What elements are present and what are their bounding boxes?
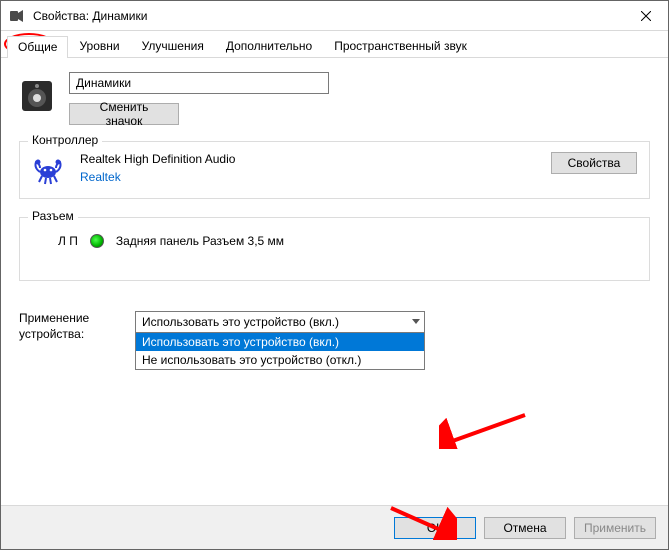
- dialog-footer: ОК Отмена Применить: [1, 505, 668, 549]
- ok-button[interactable]: ОК: [394, 517, 476, 539]
- usage-dropdown-list: Использовать это устройство (вкл.) Не ис…: [135, 332, 425, 370]
- tab-general[interactable]: Общие: [7, 36, 68, 58]
- usage-option-enable[interactable]: Использовать это устройство (вкл.): [136, 333, 424, 351]
- tab-enhancements[interactable]: Улучшения: [131, 35, 215, 57]
- annotation-arrow-combo: [439, 409, 529, 449]
- controller-legend: Контроллер: [28, 133, 102, 147]
- controller-name: Realtek High Definition Audio: [80, 152, 535, 166]
- controller-vendor-link[interactable]: Realtek: [80, 170, 535, 184]
- window-icon: [9, 8, 25, 24]
- jack-color-icon: [90, 234, 104, 248]
- tab-spatial[interactable]: Пространственный звук: [323, 35, 478, 57]
- title-bar: Свойства: Динамики: [1, 1, 668, 31]
- properties-dialog: Свойства: Динамики Общие Уровни Улучшени…: [0, 0, 669, 550]
- tab-levels[interactable]: Уровни: [68, 35, 130, 57]
- tab-strip: Общие Уровни Улучшения Дополнительно Про…: [1, 31, 668, 58]
- jack-description: Задняя панель Разъем 3,5 мм: [116, 234, 284, 248]
- usage-combobox[interactable]: Использовать это устройство (вкл.) Испол…: [135, 311, 425, 333]
- jack-channel: Л П: [58, 234, 78, 248]
- cancel-button[interactable]: Отмена: [484, 517, 566, 539]
- tab-advanced[interactable]: Дополнительно: [215, 35, 323, 57]
- apply-button[interactable]: Применить: [574, 517, 656, 539]
- controller-properties-button[interactable]: Свойства: [551, 152, 637, 174]
- speaker-icon: [19, 78, 55, 114]
- device-name-input[interactable]: [69, 72, 329, 94]
- jack-group: Разъем Л П Задняя панель Разъем 3,5 мм: [19, 217, 650, 281]
- usage-option-disable[interactable]: Не использовать это устройство (откл.): [136, 351, 424, 369]
- realtek-crab-icon: [32, 154, 64, 186]
- close-button[interactable]: [623, 1, 668, 30]
- jack-legend: Разъем: [28, 209, 78, 223]
- tab-content: Сменить значок Контроллер: [1, 58, 668, 505]
- usage-selected-value: Использовать это устройство (вкл.): [142, 315, 339, 329]
- controller-group: Контроллер Realtek High Defini: [19, 141, 650, 199]
- usage-label: Применение устройства:: [19, 311, 115, 342]
- window-title: Свойства: Динамики: [33, 9, 147, 23]
- change-icon-button[interactable]: Сменить значок: [69, 103, 179, 125]
